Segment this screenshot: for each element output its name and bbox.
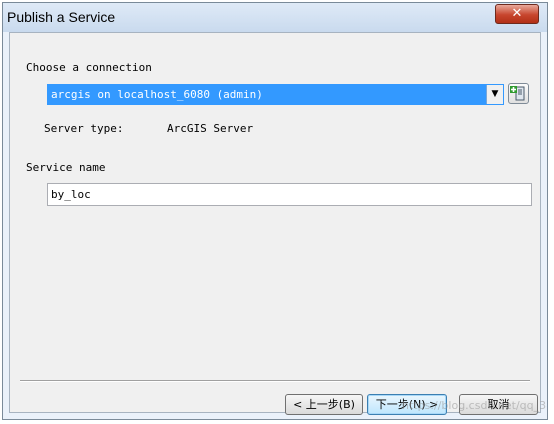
connection-dropdown[interactable]: arcgis on localhost_6080 (admin) ▼: [47, 84, 504, 105]
title-bar[interactable]: Publish a Service ✕: [3, 3, 547, 32]
window-title: Publish a Service: [7, 9, 116, 25]
publish-service-dialog: Publish a Service ✕ Choose a connection …: [2, 2, 548, 420]
next-button[interactable]: 下一步(N) >: [367, 394, 447, 415]
connection-label: Choose a connection: [26, 61, 152, 74]
back-button[interactable]: < 上一步(B): [285, 394, 363, 415]
service-name-input[interactable]: by_loc: [47, 183, 532, 206]
add-server-connection-icon: [510, 86, 525, 101]
service-name-label: Service name: [26, 161, 106, 174]
server-type-label: Server type:: [44, 122, 124, 135]
server-type-value: ArcGIS Server: [167, 122, 254, 135]
dialog-body: Choose a connection arcgis on localhost_…: [9, 32, 547, 415]
chevron-down-icon[interactable]: ▼: [486, 85, 503, 104]
separator: [20, 380, 530, 382]
close-icon: ✕: [511, 6, 523, 21]
connection-selected-value: arcgis on localhost_6080 (admin): [51, 88, 263, 101]
add-server-connection-button[interactable]: [508, 83, 529, 104]
cancel-button[interactable]: 取消: [459, 394, 538, 415]
service-name-value: by_loc: [51, 188, 91, 201]
close-button[interactable]: ✕: [495, 4, 539, 24]
